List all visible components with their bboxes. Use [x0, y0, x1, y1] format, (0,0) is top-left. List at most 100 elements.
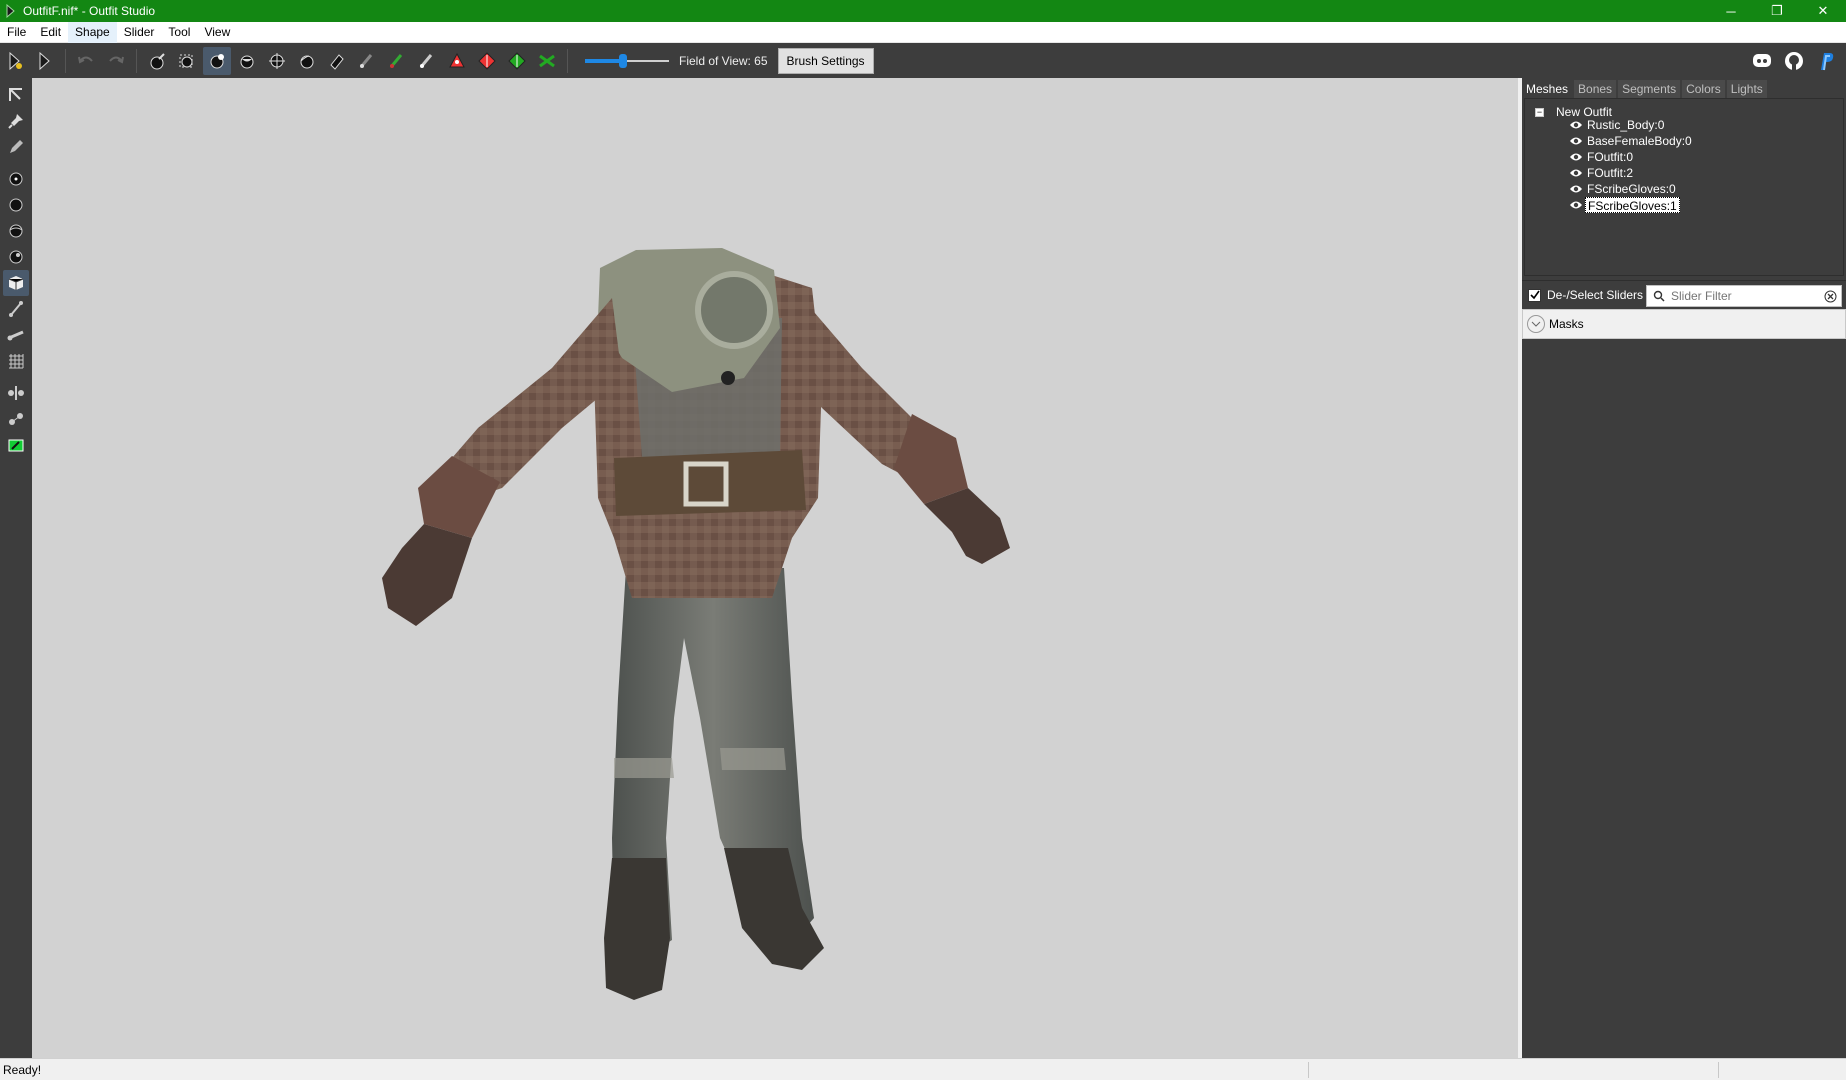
app-icon [6, 4, 15, 18]
status-separator [1308, 1062, 1309, 1078]
mesh-item-base-female-body[interactable]: BaseFemaleBody:0 [1569, 133, 1694, 149]
paypal-icon[interactable] [1811, 47, 1841, 75]
menu-view[interactable]: View [197, 22, 237, 43]
mesh-item-foutfit-2[interactable]: FOutfit:2 [1569, 165, 1635, 181]
masks-slider-group[interactable]: Masks [1522, 309, 1846, 339]
wireframe-sphere-icon[interactable] [3, 192, 29, 218]
toolbar-separator [136, 48, 137, 73]
fov-slider[interactable] [585, 51, 669, 71]
3d-viewport[interactable] [32, 78, 1518, 1058]
mesh-item-label: FScribeGloves:0 [1587, 182, 1676, 196]
tab-bones[interactable]: Bones [1574, 80, 1617, 98]
mesh-item-fscribegloves-0[interactable]: FScribeGloves:0 [1569, 181, 1678, 197]
smooth-brush-icon[interactable] [293, 47, 321, 75]
grid-toggle-icon[interactable] [3, 348, 29, 374]
connected-only-icon[interactable] [3, 406, 29, 432]
clear-filter-icon[interactable] [1824, 290, 1837, 303]
window-title: OutfitF.nif* - Outfit Studio [23, 4, 156, 18]
deselect-sliders[interactable]: De-/Select Sliders [1528, 288, 1643, 302]
transform-brush-icon[interactable] [173, 47, 201, 75]
visibility-eye-icon[interactable] [1569, 120, 1583, 130]
outfit-model [382, 248, 1010, 1000]
lighting-sphere-icon[interactable] [3, 218, 29, 244]
fov-slider-thumb[interactable] [618, 53, 627, 68]
mesh-item-rustic-body[interactable]: Rustic_Body:0 [1569, 117, 1666, 133]
pencil-tool-icon[interactable] [3, 134, 29, 160]
restore-button[interactable]: ❐ [1754, 0, 1800, 22]
mesh-item-label: FOutfit:0 [1587, 150, 1634, 164]
unmask-brush-icon[interactable] [353, 47, 381, 75]
tab-lights[interactable]: Lights [1726, 80, 1767, 98]
weight-brush-icon[interactable] [383, 47, 411, 75]
mask-brush-icon[interactable] [323, 47, 351, 75]
chevron-down-icon[interactable] [1527, 315, 1545, 333]
bone-tool-icon[interactable] [3, 296, 29, 322]
visibility-eye-icon[interactable] [1569, 136, 1583, 146]
move-tool-icon[interactable] [3, 82, 29, 108]
mirror-x-icon[interactable] [3, 380, 29, 406]
panel-tabs: Meshes Bones Segments Colors Lights [1522, 78, 1769, 98]
delete-vertex-icon[interactable] [533, 47, 561, 75]
xray-toggle-icon[interactable] [3, 432, 29, 458]
tab-segments[interactable]: Segments [1618, 80, 1681, 98]
slider-filter [1646, 285, 1842, 307]
visibility-eye-icon[interactable] [1569, 168, 1583, 178]
fov-slider-fill [585, 58, 623, 63]
mesh-tree: − New Outfit Rustic_Body:0 BaseFemaleBod… [1524, 98, 1844, 276]
toolbar: Field of View: 65 Brush Settings [0, 43, 1846, 78]
tree-collapse-icon[interactable]: − [1535, 107, 1544, 117]
select-brush-icon[interactable] [143, 47, 171, 75]
status-bar: Ready! [0, 1058, 1846, 1080]
tab-meshes[interactable]: Meshes [1522, 80, 1573, 98]
slider-filter-input[interactable] [1671, 289, 1811, 303]
visibility-eye-icon[interactable] [1569, 152, 1583, 162]
github-icon[interactable] [1779, 47, 1809, 75]
texture-sphere-icon[interactable] [3, 244, 29, 270]
fov-label: Field of View: 65 [679, 53, 768, 68]
menu-bar: File Edit Shape Slider Tool View [0, 21, 1846, 43]
close-button[interactable]: ✕ [1800, 0, 1846, 22]
undo-icon[interactable] [72, 47, 100, 75]
menu-shape[interactable]: Shape [68, 21, 117, 43]
cube-view-icon[interactable] [3, 270, 29, 296]
checkmark-icon [1529, 290, 1540, 300]
tab-colors[interactable]: Colors [1682, 80, 1725, 98]
masks-label: Masks [1549, 317, 1584, 331]
status-text: Ready! [3, 1063, 42, 1077]
toolbar-separator [567, 48, 568, 73]
brush-settings-button[interactable]: Brush Settings [777, 47, 874, 74]
visibility-eye-icon[interactable] [1569, 184, 1583, 194]
vertex-sphere-icon[interactable] [3, 166, 29, 192]
deflate-brush-icon[interactable] [233, 47, 261, 75]
collapse-vertex-icon[interactable] [443, 47, 471, 75]
move-brush-icon[interactable] [263, 47, 291, 75]
new-project-icon[interactable] [1, 47, 29, 75]
load-outfit-icon[interactable] [31, 47, 59, 75]
visibility-eye-icon[interactable] [1569, 200, 1583, 210]
toolbar-separator [65, 48, 66, 73]
color-brush-icon[interactable] [413, 47, 441, 75]
menu-file[interactable]: File [0, 22, 33, 43]
minimize-button[interactable]: ─ [1708, 0, 1754, 22]
mesh-item-label: FScribeGloves:1 [1585, 197, 1680, 213]
menu-tool[interactable]: Tool [161, 22, 197, 43]
deselect-checkbox[interactable] [1528, 288, 1541, 302]
pose-tool-icon[interactable] [3, 322, 29, 348]
mesh-item-label: BaseFemaleBody:0 [1587, 134, 1692, 148]
slider-toolbar: De-/Select Sliders [1522, 280, 1846, 308]
menu-slider[interactable]: Slider [117, 22, 162, 43]
mesh-item-fscribegloves-1[interactable]: FScribeGloves:1 [1569, 197, 1680, 213]
discord-icon[interactable] [1747, 47, 1777, 75]
split-edge-icon[interactable] [503, 47, 531, 75]
mesh-item-label: Rustic_Body:0 [1587, 118, 1665, 132]
deselect-label: De-/Select Sliders [1547, 288, 1644, 302]
menu-edit[interactable]: Edit [33, 22, 68, 43]
redo-icon[interactable] [102, 47, 130, 75]
right-panel: Meshes Bones Segments Colors Lights − Ne… [1522, 78, 1846, 1058]
title-bar: OutfitF.nif* - Outfit Studio ─ ❐ ✕ [0, 0, 1846, 22]
flip-edge-icon[interactable] [473, 47, 501, 75]
search-icon [1653, 290, 1665, 302]
pin-tool-icon[interactable] [3, 108, 29, 134]
mesh-item-foutfit-0[interactable]: FOutfit:0 [1569, 149, 1635, 165]
inflate-brush-icon[interactable] [203, 46, 231, 75]
